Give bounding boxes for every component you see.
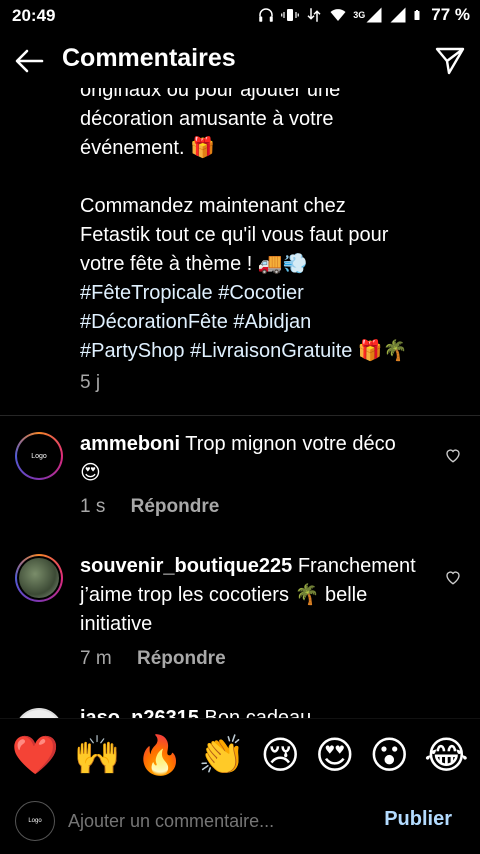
comment-meta: 1 s Répondre — [80, 496, 219, 518]
reaction-emoji[interactable]: 👏 — [198, 734, 245, 778]
vibrate-icon — [281, 9, 300, 21]
status-icons: 3G 77 % — [257, 5, 470, 25]
reaction-emoji[interactable]: 😍 — [315, 733, 355, 778]
comment-content: Trop mignon votre déco — [185, 433, 396, 455]
caption-line: votre fête à thème ! 🚚💨 — [80, 253, 308, 275]
avatar[interactable]: Logo — [15, 432, 63, 480]
battery-icon — [414, 10, 420, 20]
back-arrow-icon[interactable] — [12, 44, 46, 78]
divider — [0, 415, 480, 416]
comment-text: souvenir_boutique225 Franchement j’aime … — [80, 552, 420, 639]
reaction-emoji[interactable]: ❤️ — [11, 734, 58, 778]
signal-icon — [366, 7, 382, 23]
comment-time: 7 m — [80, 648, 112, 669]
data-arrows-icon — [307, 8, 321, 22]
hashtag-line[interactable]: #DécorationFête #Abidjan — [80, 308, 440, 337]
hashtag-line[interactable]: #PartyShop #LivraisonGratuite 🎁🌴 — [80, 337, 440, 366]
reaction-emoji[interactable]: 🔥 — [136, 734, 183, 778]
comment-input[interactable] — [66, 806, 370, 836]
comment-time: 1 s — [80, 496, 106, 517]
signal-2-icon — [390, 7, 406, 23]
caption-line: Commandez maintenant chez — [80, 195, 346, 217]
comment-meta: 7 m Répondre — [80, 648, 226, 670]
like-heart-icon[interactable] — [444, 446, 462, 464]
battery-percent: 77 % — [431, 5, 470, 24]
reaction-emoji[interactable]: 😂 — [424, 733, 468, 778]
user-avatar: Logo — [15, 801, 55, 841]
post-caption: originaux ou pour ajouter une décoration… — [80, 76, 440, 366]
reaction-emoji[interactable]: 😮 — [370, 733, 410, 778]
reply-button[interactable]: Répondre — [137, 648, 226, 669]
avatar[interactable] — [15, 554, 63, 602]
caption-time: 5 j — [80, 372, 101, 393]
publish-button[interactable]: Publier — [384, 808, 452, 831]
send-icon[interactable] — [434, 44, 466, 76]
page-title: Commentaires — [62, 44, 236, 72]
comment-emoji: 😍 — [80, 462, 101, 484]
status-bar: 20:49 3G 77 % — [0, 0, 480, 32]
comment-input-bar: Logo Publier — [0, 792, 480, 854]
comment-username[interactable]: ammeboni — [80, 433, 180, 455]
comment-text: ammeboni Trop mignon votre déco 😍 — [80, 430, 420, 488]
like-heart-icon[interactable] — [444, 568, 462, 586]
comment-username[interactable]: souvenir_boutique225 — [80, 555, 292, 577]
header: Commentaires — [0, 32, 480, 88]
comment-content: initiative — [80, 613, 153, 635]
reaction-emoji[interactable]: 😢 — [260, 733, 300, 778]
caption-line: décoration amusante à votre — [80, 108, 334, 130]
emoji-reaction-bar: ❤️ 🙌 🔥 👏 😢 😍 😮 😂 — [0, 718, 480, 792]
hashtag-line[interactable]: #FêteTropicale #Cocotier — [80, 279, 440, 308]
caption-line: événement. 🎁 — [80, 137, 215, 159]
status-time: 20:49 — [12, 6, 56, 25]
wifi-icon — [330, 9, 346, 21]
reaction-emoji[interactable]: 🙌 — [74, 734, 121, 778]
comment-content: Franchement — [297, 555, 416, 577]
reply-button[interactable]: Répondre — [131, 496, 220, 517]
caption-line: Fetastik tout ce qu'il vous faut pour — [80, 224, 389, 246]
network-type: 3G — [353, 10, 366, 20]
headphones-icon — [259, 8, 273, 22]
comment-content: j’aime trop les cocotiers 🌴 belle — [80, 584, 368, 606]
